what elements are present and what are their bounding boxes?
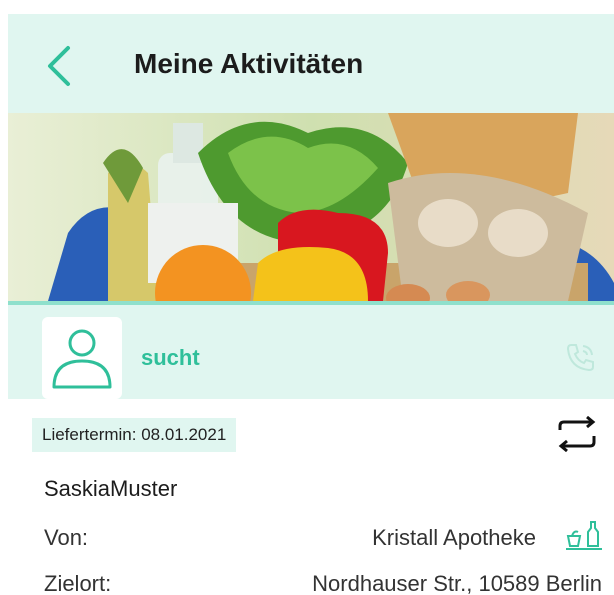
app-header: Meine Aktivitäten bbox=[8, 14, 614, 113]
page-title: Meine Aktivitäten bbox=[134, 48, 364, 79]
shopping-icon[interactable] bbox=[564, 518, 604, 552]
avatar bbox=[42, 317, 122, 399]
seeker-bar: sucht bbox=[8, 301, 614, 399]
customer-name: SaskiaMuster bbox=[44, 476, 178, 501]
from-label: Von: bbox=[44, 525, 89, 550]
repeat-icon[interactable] bbox=[554, 416, 600, 452]
from-value: Kristall Apotheke bbox=[372, 525, 536, 550]
seeker-status: sucht bbox=[141, 345, 200, 370]
user-icon bbox=[52, 329, 112, 389]
destination-label: Zielort: bbox=[44, 571, 112, 595]
chevron-left-icon[interactable] bbox=[44, 44, 74, 88]
groceries-banner-image bbox=[8, 113, 614, 301]
phone-icon[interactable] bbox=[564, 340, 598, 374]
destination-value: Nordhauser Str., 10589 Berlin bbox=[312, 571, 602, 595]
delivery-date-chip: Liefertermin: 08.01.2021 bbox=[32, 418, 237, 452]
